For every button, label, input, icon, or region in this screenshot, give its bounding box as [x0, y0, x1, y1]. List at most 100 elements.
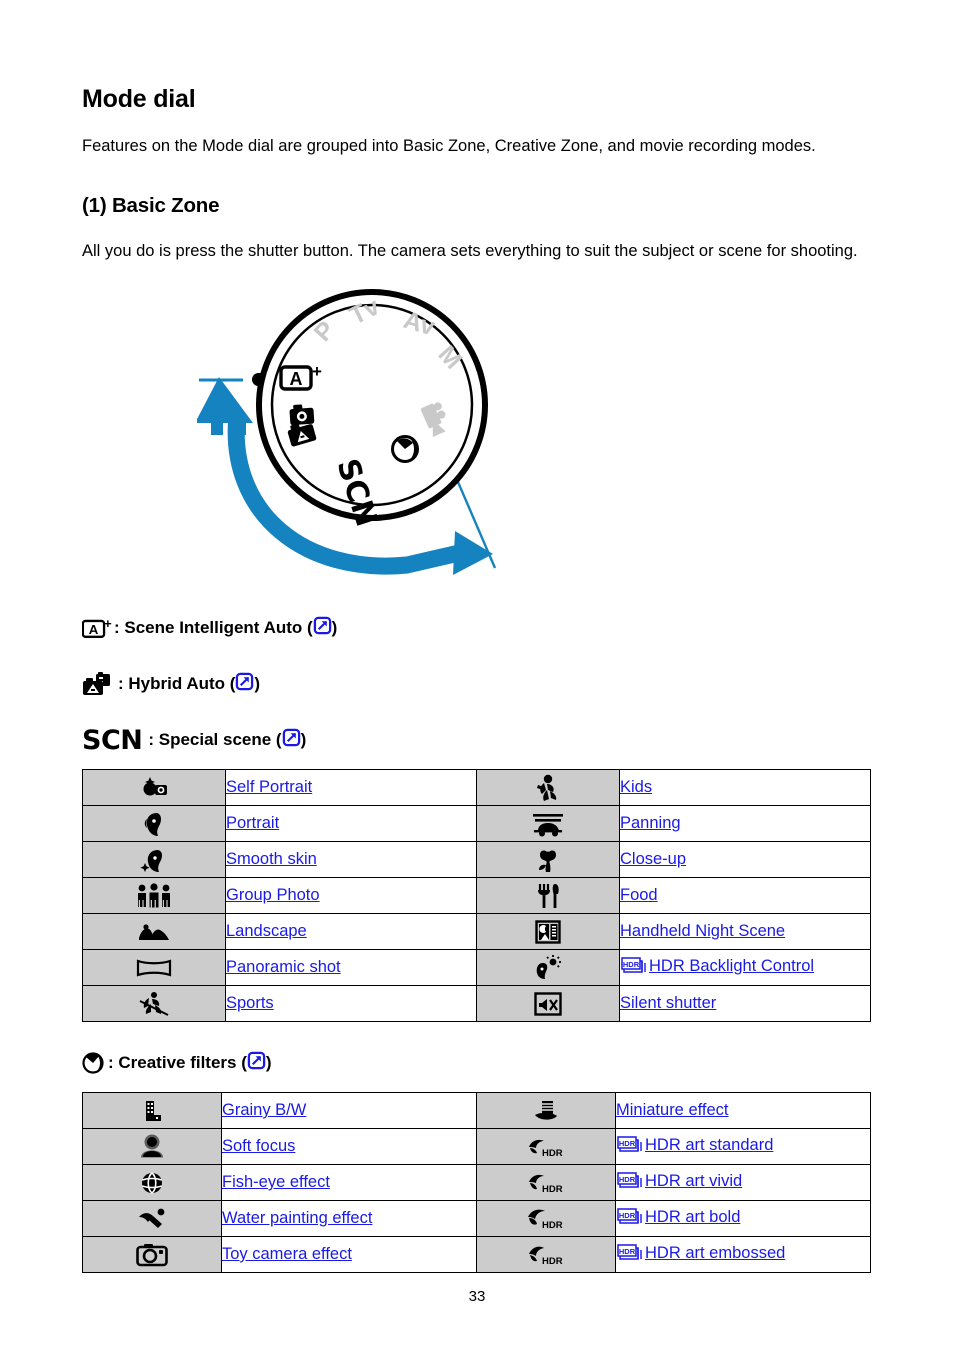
hdr-art-standard-icon: HDR: [476, 1128, 616, 1166]
close-up-icon: [476, 841, 620, 879]
filter-link[interactable]: Water painting effect: [222, 1209, 372, 1227]
legend-label-end: ): [265, 1053, 272, 1073]
scene-link[interactable]: Sports: [226, 994, 274, 1012]
scene-link[interactable]: HDR HDR Backlight Control: [620, 957, 814, 975]
legend-special-scene: SCN : Special scene ( ): [82, 725, 872, 755]
scene-link[interactable]: Group Photo: [226, 886, 320, 904]
table-row: Toy camera effect HDR HDR HDR art embosse…: [82, 1236, 871, 1274]
scene-link[interactable]: Panoramic shot: [226, 958, 341, 976]
svg-text:A: A: [89, 623, 99, 638]
intro-paragraph: Features on the Mode dial are grouped in…: [82, 137, 816, 155]
table-row: Portrait Panning: [82, 805, 871, 843]
filter-link-text: HDR art embossed: [645, 1243, 786, 1262]
svg-text:HDR: HDR: [542, 1220, 563, 1231]
filter-link[interactable]: Fish-eye effect: [222, 1173, 330, 1191]
hdr-badge-icon: HDR: [616, 1243, 644, 1267]
sports-icon: [82, 985, 226, 1023]
landscape-icon: [82, 913, 226, 951]
scene-link[interactable]: Self Portrait: [226, 778, 312, 796]
scene-intelligent-auto-icon: A +: [82, 616, 112, 640]
group-photo-icon: [82, 877, 226, 915]
label-cell: Sports: [225, 985, 477, 1023]
legend-scene-intelligent-auto: A + : Scene Intelligent Auto ( ): [82, 613, 872, 643]
svg-text:HDR: HDR: [542, 1148, 563, 1159]
svg-text:HDR: HDR: [619, 1138, 636, 1147]
section-heading-basic-zone: (1) Basic Zone: [82, 193, 220, 217]
filter-link[interactable]: HDR HDR art standard: [616, 1136, 773, 1154]
silent-shutter-icon: [476, 985, 620, 1023]
scene-link[interactable]: Food: [620, 886, 658, 904]
external-link-icon[interactable]: [313, 616, 332, 640]
hdr-backlight-icon: [476, 949, 620, 987]
self-portrait-icon: [82, 769, 226, 807]
filter-link[interactable]: Soft focus: [222, 1137, 295, 1155]
scene-link-text: HDR Backlight Control: [649, 956, 815, 975]
miniature-effect-icon: [476, 1092, 616, 1130]
scene-link[interactable]: Portrait: [226, 814, 279, 832]
legend-creative-filters: : Creative filters ( ): [82, 1048, 872, 1078]
page-number: 33: [468, 1288, 486, 1305]
scene-link[interactable]: Kids: [620, 778, 652, 796]
svg-text:+: +: [104, 616, 112, 631]
label-cell: Group Photo: [225, 877, 477, 915]
filter-link[interactable]: HDR HDR art bold: [616, 1208, 740, 1226]
scene-link[interactable]: Smooth skin: [226, 850, 317, 868]
table-row: Fish-eye effect HDR HDR HDR art vivid: [82, 1164, 871, 1202]
hdr-badge-icon: HDR: [616, 1171, 644, 1195]
section-intro-paragraph: All you do is press the shutter button. …: [82, 241, 858, 260]
hybrid-auto-icon: [82, 671, 116, 697]
smooth-skin-icon: [82, 841, 226, 879]
label-cell: HDR HDR art standard: [615, 1128, 871, 1166]
legend-label-end: ): [331, 618, 338, 638]
hdr-badge-icon: HDR: [620, 956, 648, 980]
table-row: Panoramic shot HDR HDR Backlight Control: [82, 949, 871, 987]
water-painting-effect-icon: [82, 1200, 222, 1238]
label-cell: Toy camera effect: [221, 1236, 477, 1274]
hdr-art-embossed-icon: HDR: [476, 1236, 616, 1274]
label-cell: Grainy B/W: [221, 1092, 477, 1130]
panning-icon: [476, 805, 620, 843]
special-scene-table: Self Portrait Kids Portrait Panning Smoo…: [82, 769, 871, 1023]
creative-filters-icon: [82, 1051, 106, 1075]
svg-text:HDR: HDR: [619, 1174, 636, 1183]
filter-link[interactable]: Grainy B/W: [222, 1101, 306, 1119]
svg-text:HDR: HDR: [542, 1184, 563, 1195]
legend-label: : Hybrid Auto (: [118, 674, 236, 694]
legend-label: : Special scene (: [148, 730, 282, 750]
scene-link[interactable]: Close-up: [620, 850, 686, 868]
scene-link[interactable]: Handheld Night Scene: [620, 922, 785, 940]
filter-link[interactable]: HDR HDR art embossed: [616, 1244, 785, 1262]
svg-text:HDR: HDR: [619, 1246, 636, 1255]
filter-link[interactable]: HDR HDR art vivid: [616, 1172, 742, 1190]
grainy-bw-icon: [82, 1092, 222, 1130]
filter-link-text: HDR art vivid: [645, 1171, 743, 1190]
label-cell: Fish-eye effect: [221, 1164, 477, 1202]
food-icon: [476, 877, 620, 915]
scene-link[interactable]: Silent shutter: [620, 994, 716, 1012]
filter-link[interactable]: Toy camera effect: [222, 1245, 352, 1263]
creative-filters-table: Grainy B/W Miniature effect Soft focus H…: [82, 1092, 871, 1274]
filter-link-text: HDR art standard: [645, 1135, 774, 1154]
table-row: Water painting effect HDR HDR HDR art bol…: [82, 1200, 871, 1238]
scene-link[interactable]: Landscape: [226, 922, 307, 940]
label-cell: HDR HDR art bold: [615, 1200, 871, 1238]
mode-dial-figure: P Tv Av M A + SCN: [82, 285, 872, 585]
label-cell: Handheld Night Scene: [619, 913, 871, 951]
label-cell: Silent shutter: [619, 985, 871, 1023]
filter-link[interactable]: Miniature effect: [616, 1101, 729, 1119]
external-link-icon[interactable]: [235, 672, 254, 696]
portrait-icon: [82, 805, 226, 843]
filter-link-text: HDR art bold: [645, 1207, 741, 1226]
soft-focus-icon: [82, 1128, 222, 1166]
scene-link[interactable]: Panning: [620, 814, 681, 832]
svg-text:HDR: HDR: [542, 1256, 563, 1267]
legend-label: : Scene Intelligent Auto (: [114, 618, 313, 638]
label-cell: Soft focus: [221, 1128, 477, 1166]
svg-text:+: +: [312, 362, 322, 381]
fish-eye-effect-icon: [82, 1164, 222, 1202]
page-title: Mode dial: [82, 85, 196, 113]
external-link-icon[interactable]: [247, 1051, 266, 1075]
external-link-icon[interactable]: [282, 728, 301, 752]
label-cell: HDR HDR Backlight Control: [619, 949, 871, 987]
table-row: Sports Silent shutter: [82, 985, 871, 1023]
